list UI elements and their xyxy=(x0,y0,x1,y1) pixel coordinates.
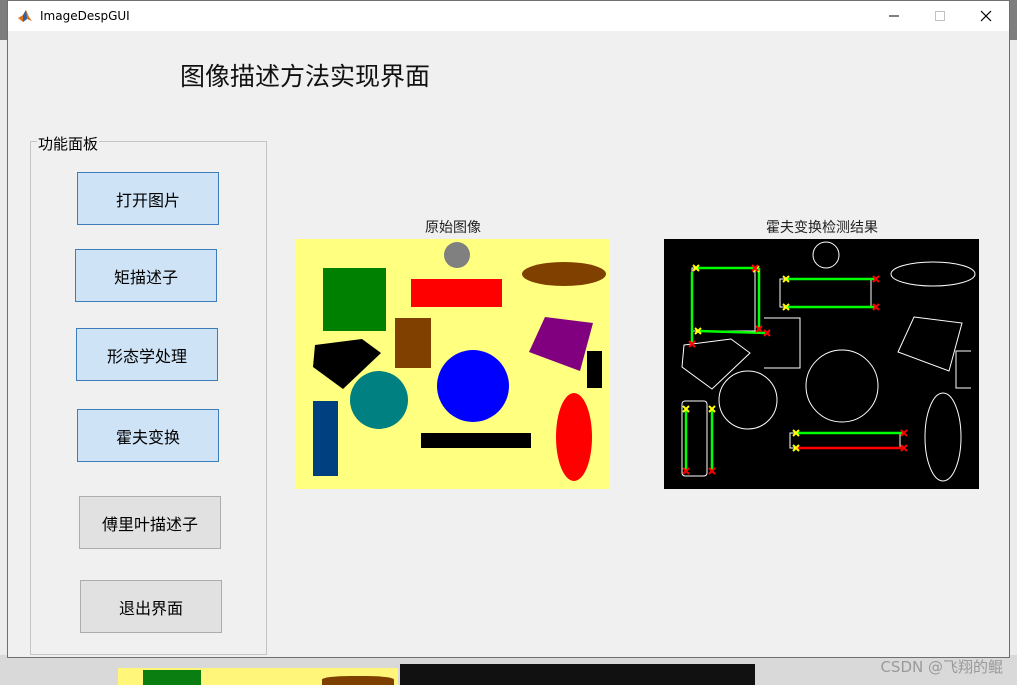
panel-title: 功能面板 xyxy=(37,133,100,154)
moment-descriptor-button[interactable]: 矩描述子 xyxy=(75,249,217,302)
background-green-shape xyxy=(143,670,201,685)
hough-result-image xyxy=(664,239,979,489)
maximize-icon xyxy=(935,11,945,21)
page-title: 图像描述方法实现界面 xyxy=(180,62,431,91)
title-bar[interactable]: ImageDespGUI xyxy=(8,1,1009,31)
minimize-button[interactable] xyxy=(871,1,917,31)
window-title: ImageDespGUI xyxy=(40,9,130,23)
exit-button[interactable]: 退出界面 xyxy=(80,580,222,633)
function-panel: 功能面板 打开图片 矩描述子 形态学处理 霍夫变换 傅里叶描述子 退出界面 xyxy=(30,133,267,655)
hough-result-axes xyxy=(664,239,979,489)
original-image xyxy=(295,239,610,489)
watermark: CSDN @飞翔的鲲 xyxy=(880,658,1003,676)
close-button[interactable] xyxy=(963,1,1009,31)
background-brown-shape xyxy=(322,676,394,685)
matlab-icon xyxy=(17,8,33,24)
app-window: ImageDespGUI 图像描述方法实现界面 功能面板 打开图片 矩描述子 形… xyxy=(7,0,1010,658)
hough-transform-button[interactable]: 霍夫变换 xyxy=(77,409,219,462)
original-image-title: 原始图像 xyxy=(425,220,481,236)
maximize-button[interactable] xyxy=(917,1,963,31)
original-image-axes xyxy=(295,239,610,489)
hough-result-title: 霍夫变换检测结果 xyxy=(766,220,878,236)
open-image-button[interactable]: 打开图片 xyxy=(77,172,219,225)
background-black-image-fragment xyxy=(400,664,755,685)
morphology-button[interactable]: 形态学处理 xyxy=(76,328,218,381)
minimize-icon xyxy=(889,15,899,17)
fourier-descriptor-button[interactable]: 傅里叶描述子 xyxy=(79,496,221,549)
background-window-right xyxy=(1010,40,1017,655)
close-icon xyxy=(980,10,992,22)
